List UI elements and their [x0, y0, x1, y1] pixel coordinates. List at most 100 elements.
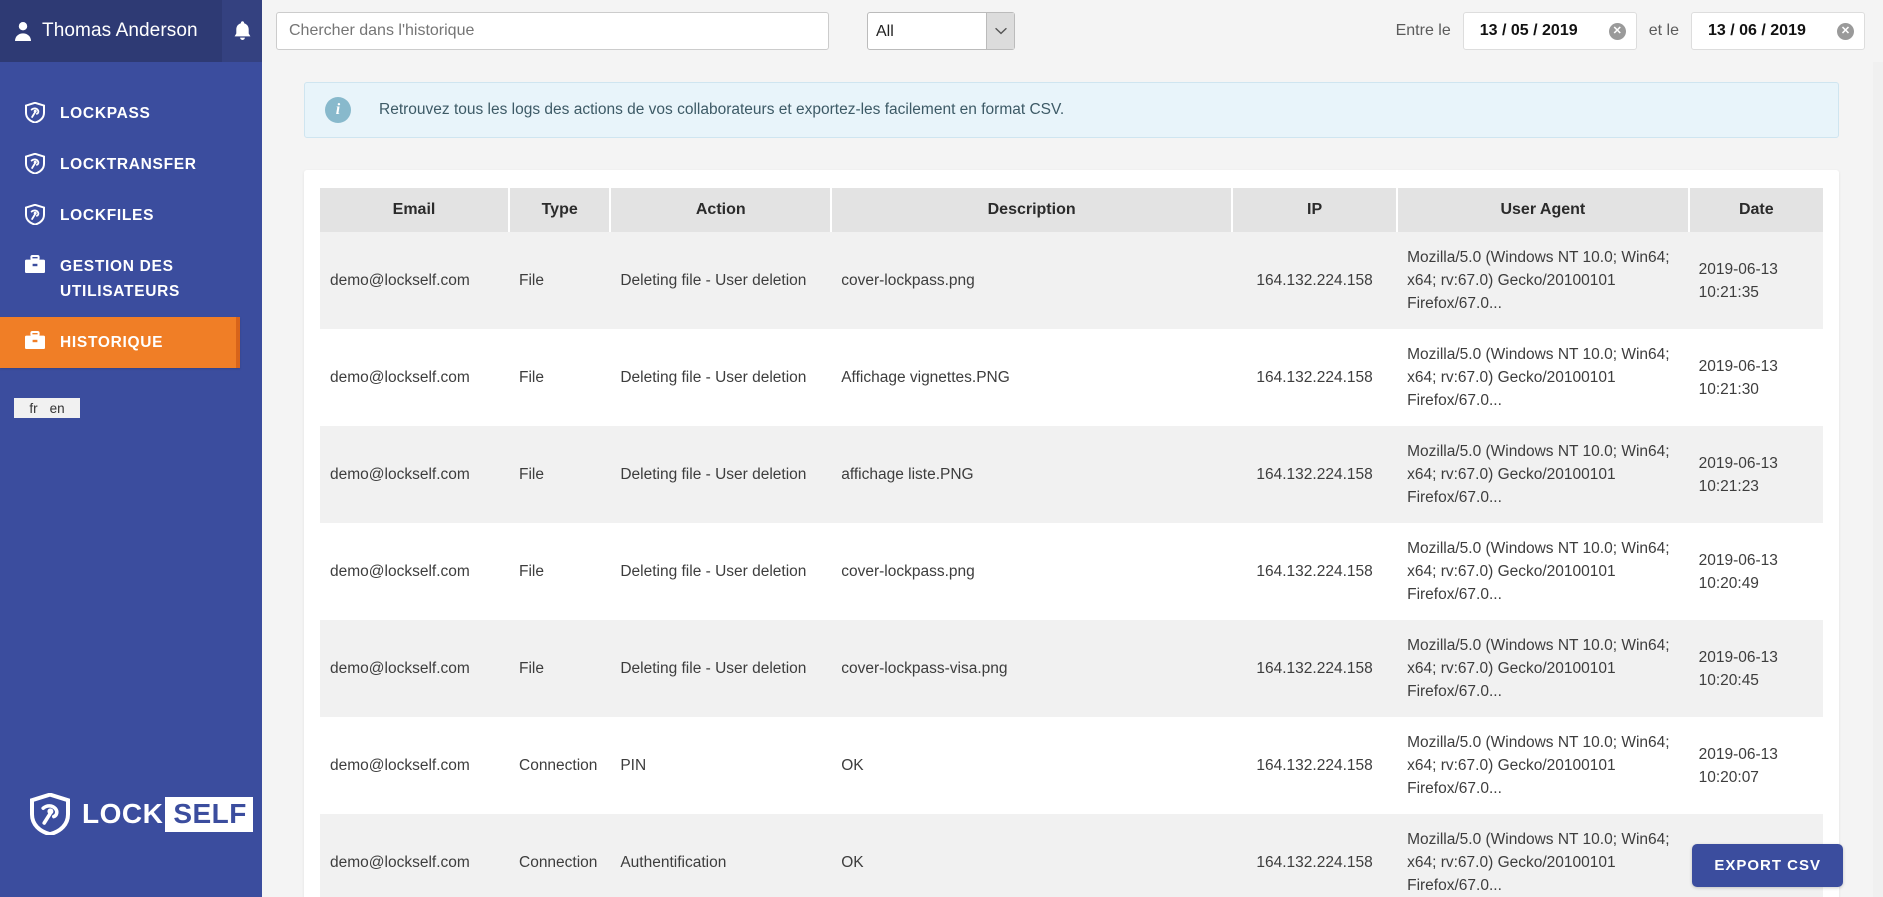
cell-action: Deleting file - User deletion — [610, 620, 831, 717]
table-row[interactable]: demo@lockself.com Connection Authentific… — [320, 814, 1823, 897]
search-input[interactable] — [276, 12, 829, 50]
history-table-card: Email Type Action Description IP User Ag… — [304, 170, 1839, 897]
cell-description: OK — [831, 814, 1232, 897]
cell-email: demo@lockself.com — [320, 814, 509, 897]
column-header-date[interactable]: Date — [1689, 188, 1823, 232]
date-to-value: 13 / 06 / 2019 — [1708, 22, 1806, 40]
brand-text: LOCK SELF — [82, 797, 253, 832]
notifications-button[interactable] — [222, 0, 262, 62]
table-body: demo@lockself.com File Deleting file - U… — [320, 232, 1823, 897]
cell-email: demo@lockself.com — [320, 620, 509, 717]
sidebar-item-label: LOCKPASS — [60, 101, 151, 126]
info-banner: i Retrouvez tous les logs des actions de… — [304, 82, 1839, 138]
column-header-description[interactable]: Description — [831, 188, 1232, 232]
shield-icon — [24, 102, 46, 123]
shield-icon — [24, 204, 46, 225]
date-from-value: 13 / 05 / 2019 — [1480, 22, 1578, 40]
user-name: Thomas Anderson — [42, 20, 198, 42]
shield-logo-icon — [30, 793, 70, 835]
clear-date-from-icon[interactable]: ✕ — [1609, 23, 1626, 40]
cell-date: 2019-06-13 10:21:30 — [1689, 329, 1823, 426]
cell-description: cover-lockpass.png — [831, 232, 1232, 329]
cell-date: 2019-06-13 10:20:49 — [1689, 523, 1823, 620]
export-csv-button[interactable]: EXPORT CSV — [1692, 844, 1843, 887]
cell-type: File — [509, 329, 610, 426]
cell-description: OK — [831, 717, 1232, 814]
cell-ip: 164.132.224.158 — [1232, 523, 1397, 620]
cell-date: 2019-06-13 10:21:23 — [1689, 426, 1823, 523]
cell-action: Deleting file - User deletion — [610, 523, 831, 620]
cell-description: Affichage vignettes.PNG — [831, 329, 1232, 426]
cell-ip: 164.132.224.158 — [1232, 814, 1397, 897]
cell-type: File — [509, 232, 610, 329]
table-row[interactable]: demo@lockself.com File Deleting file - U… — [320, 620, 1823, 717]
lang-option-fr[interactable]: fr — [29, 401, 37, 416]
sidebar-item-lockpass[interactable]: LOCKPASS — [0, 88, 262, 139]
table-header-row: Email Type Action Description IP User Ag… — [320, 188, 1823, 232]
table-row[interactable]: demo@lockself.com File Deleting file - U… — [320, 523, 1823, 620]
page-scrollbar[interactable] — [1873, 62, 1883, 897]
date-from-field[interactable]: 13 / 05 / 2019 ✕ — [1463, 12, 1637, 50]
cell-ip: 164.132.224.158 — [1232, 329, 1397, 426]
table-row[interactable]: demo@lockself.com File Deleting file - U… — [320, 232, 1823, 329]
column-header-action[interactable]: Action — [610, 188, 831, 232]
cell-email: demo@lockself.com — [320, 523, 509, 620]
cell-email: demo@lockself.com — [320, 426, 509, 523]
cell-user-agent: Mozilla/5.0 (Windows NT 10.0; Win64; x64… — [1397, 329, 1688, 426]
sidebar-item-label: LOCKTRANSFER — [60, 152, 197, 177]
sidebar-item-gestion-des-utilisateurs[interactable]: GESTION DES UTILISATEURS — [0, 241, 262, 317]
cell-action: Deleting file - User deletion — [610, 426, 831, 523]
content-area: i Retrouvez tous les logs des actions de… — [262, 62, 1883, 897]
type-filter-select[interactable]: All — [867, 12, 1015, 50]
date-from-label: Entre le — [1396, 22, 1451, 40]
cell-email: demo@lockself.com — [320, 717, 509, 814]
date-to-label: et le — [1649, 22, 1679, 40]
shield-icon — [24, 153, 46, 174]
table-row[interactable]: demo@lockself.com Connection PIN OK 164.… — [320, 717, 1823, 814]
cell-type: Connection — [509, 814, 610, 897]
date-to-field[interactable]: 13 / 06 / 2019 ✕ — [1691, 12, 1865, 50]
column-header-ip[interactable]: IP — [1232, 188, 1397, 232]
lang-option-en[interactable]: en — [50, 401, 65, 416]
sidebar-item-label: GESTION DES UTILISATEURS — [60, 254, 262, 304]
cell-user-agent: Mozilla/5.0 (Windows NT 10.0; Win64; x64… — [1397, 814, 1688, 897]
column-header-user-agent[interactable]: User Agent — [1397, 188, 1688, 232]
cell-email: demo@lockself.com — [320, 329, 509, 426]
cell-action: PIN — [610, 717, 831, 814]
cell-type: Connection — [509, 717, 610, 814]
toolbar: All Entre le 13 / 05 / 2019 ✕ et le 13 /… — [262, 0, 1883, 62]
cell-ip: 164.132.224.158 — [1232, 620, 1397, 717]
clear-date-to-icon[interactable]: ✕ — [1837, 23, 1854, 40]
cell-ip: 164.132.224.158 — [1232, 426, 1397, 523]
sidebar: Thomas Anderson L — [0, 0, 262, 897]
cell-action: Deleting file - User deletion — [610, 232, 831, 329]
sidebar-item-historique[interactable]: HISTORIQUE — [0, 317, 240, 368]
column-header-email[interactable]: Email — [320, 188, 509, 232]
table-row[interactable]: demo@lockself.com File Deleting file - U… — [320, 329, 1823, 426]
column-header-type[interactable]: Type — [509, 188, 610, 232]
info-icon: i — [325, 97, 351, 123]
sidebar-item-locktransfer[interactable]: LOCKTRANSFER — [0, 139, 262, 190]
brand-self: SELF — [165, 797, 253, 832]
cell-date: 2019-06-13 10:20:07 — [1689, 717, 1823, 814]
cell-type: File — [509, 426, 610, 523]
sidebar-item-lockfiles[interactable]: LOCKFILES — [0, 190, 262, 241]
cell-user-agent: Mozilla/5.0 (Windows NT 10.0; Win64; x64… — [1397, 523, 1688, 620]
cell-type: File — [509, 523, 610, 620]
brand-logo: LOCK SELF — [0, 793, 262, 897]
history-table: Email Type Action Description IP User Ag… — [320, 188, 1823, 897]
cell-description: cover-lockpass-visa.png — [831, 620, 1232, 717]
table-row[interactable]: demo@lockself.com File Deleting file - U… — [320, 426, 1823, 523]
date-range-group: Entre le 13 / 05 / 2019 ✕ et le 13 / 06 … — [1384, 12, 1865, 50]
bell-icon — [233, 20, 252, 42]
language-switcher[interactable]: fr en — [14, 398, 80, 418]
cell-email: demo@lockself.com — [320, 232, 509, 329]
cell-type: File — [509, 620, 610, 717]
cell-ip: 164.132.224.158 — [1232, 717, 1397, 814]
cell-description: affichage liste.PNG — [831, 426, 1232, 523]
cell-user-agent: Mozilla/5.0 (Windows NT 10.0; Win64; x64… — [1397, 620, 1688, 717]
sidebar-item-label: LOCKFILES — [60, 203, 154, 228]
cell-action: Deleting file - User deletion — [610, 329, 831, 426]
main-area: All Entre le 13 / 05 / 2019 ✕ et le 13 /… — [262, 0, 1883, 897]
briefcase-icon — [24, 331, 46, 350]
